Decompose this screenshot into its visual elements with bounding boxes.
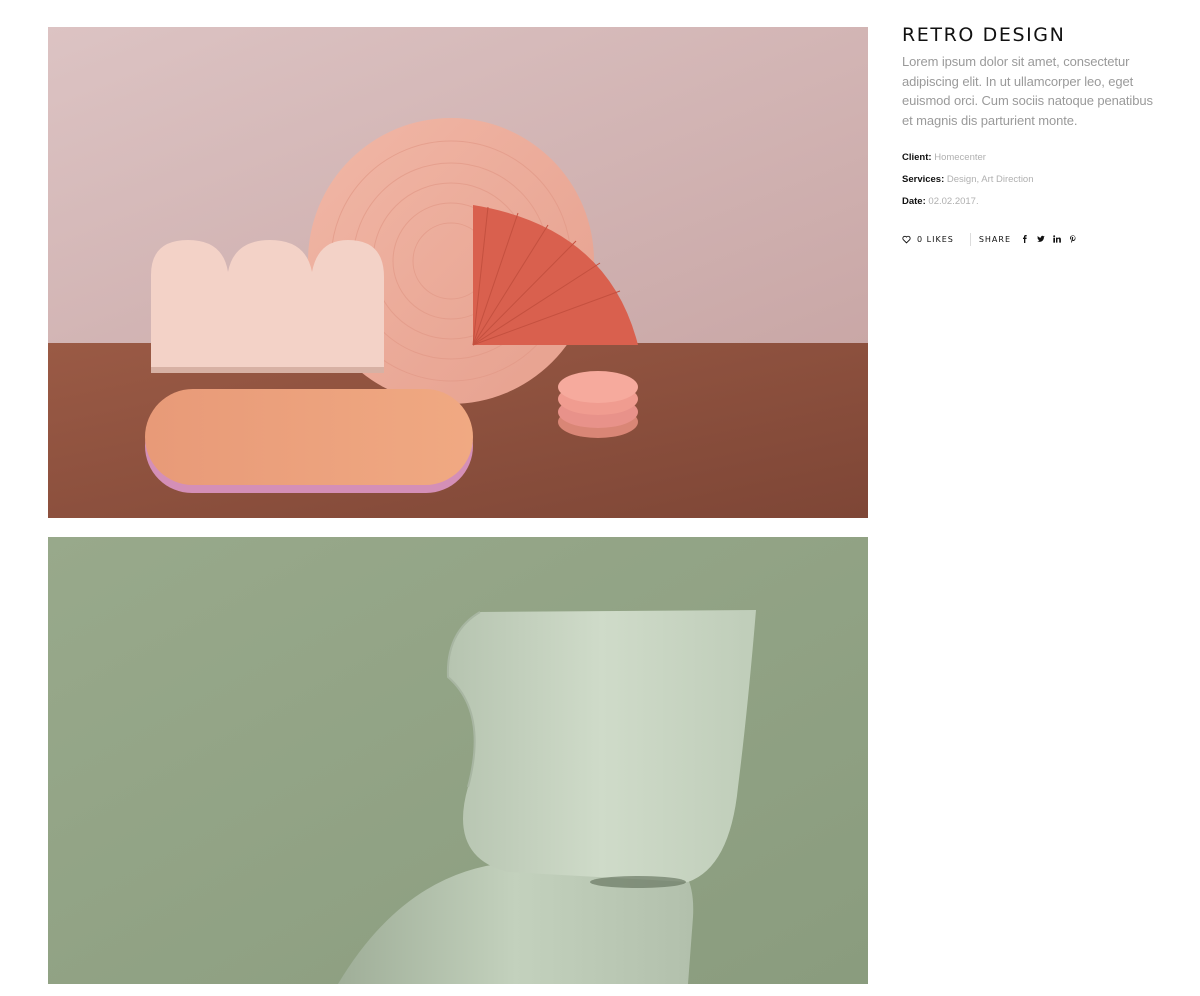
likes-count: 0 LIKES xyxy=(917,234,954,244)
project-title: RETRO DESIGN xyxy=(902,24,1066,46)
project-info: RETRO DESIGN Lorem ipsum dolor sit amet,… xyxy=(902,22,1164,246)
meta-client-value: Homecenter xyxy=(934,152,986,163)
meta-client: Client: Homecenter xyxy=(902,152,1164,174)
project-gallery xyxy=(48,27,868,984)
share-label: SHARE xyxy=(978,234,1012,244)
pinterest-icon[interactable] xyxy=(1069,235,1077,244)
project-meta: Client: Homecenter Services: Design, Art… xyxy=(902,152,1164,218)
like-button[interactable]: 0 LIKES xyxy=(902,235,954,244)
gallery-image-retro-shapes[interactable] xyxy=(48,27,868,518)
twitter-icon[interactable] xyxy=(1037,235,1045,244)
meta-services: Services: Design, Art Direction xyxy=(902,174,1164,196)
meta-date: Date: 02.02.2017. xyxy=(902,196,1164,218)
meta-date-value: 02.02.2017. xyxy=(928,196,979,207)
linkedin-icon[interactable] xyxy=(1053,235,1061,244)
social-links xyxy=(1021,235,1077,244)
meta-client-key: Client: xyxy=(902,152,932,163)
meta-date-key: Date: xyxy=(902,196,926,207)
project-actions: 0 LIKES SHARE xyxy=(902,232,1164,246)
green-chair-photo xyxy=(48,537,868,984)
facebook-icon[interactable] xyxy=(1021,235,1029,244)
retro-shapes-photo xyxy=(48,27,868,518)
gallery-image-green-chair[interactable] xyxy=(48,537,868,984)
heart-icon xyxy=(902,235,911,244)
divider xyxy=(969,232,971,246)
project-description: Lorem ipsum dolor sit amet, consectetur … xyxy=(902,54,1153,128)
meta-services-key: Services: xyxy=(902,174,945,185)
meta-services-value: Design, Art Direction xyxy=(946,174,1034,185)
